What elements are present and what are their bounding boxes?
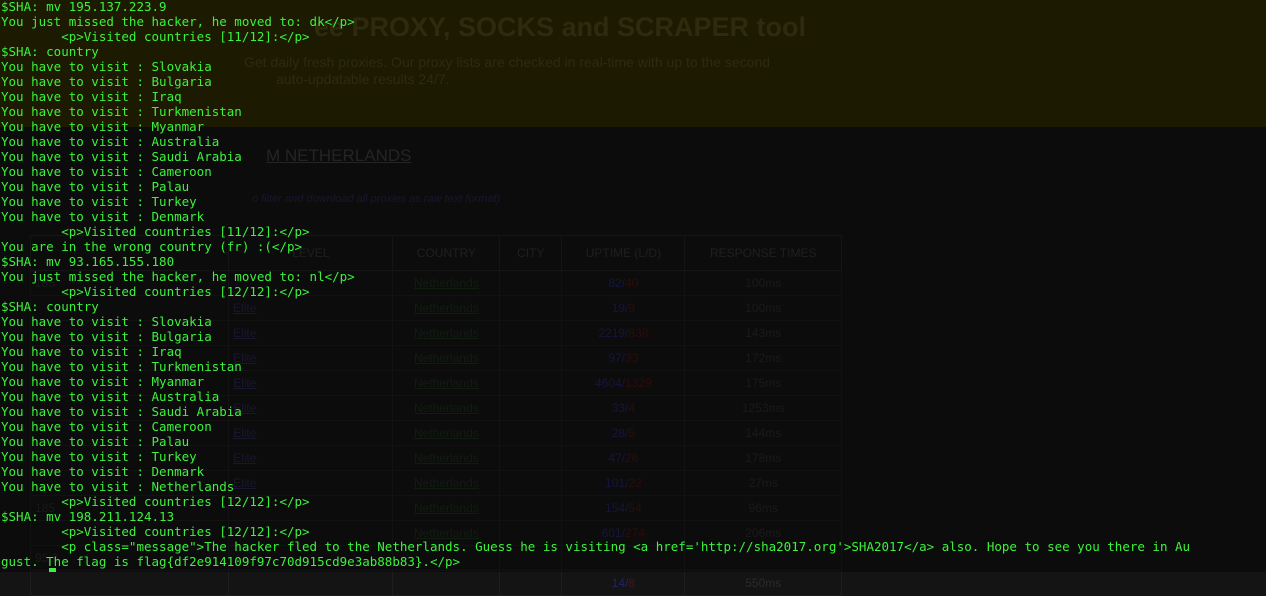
terminal-line: $SHA: country xyxy=(1,299,99,314)
terminal-line: You have to visit : Myanmar xyxy=(1,119,205,134)
terminal-line: $SHA: mv 195.137.223.9 xyxy=(1,0,167,14)
terminal-line: You have to visit : Bulgaria xyxy=(1,74,212,89)
terminal-line: You have to visit : Iraq xyxy=(1,89,182,104)
terminal-line: <p>Visited countries [12/12]:</p> xyxy=(1,524,310,539)
terminal-cursor xyxy=(49,568,56,572)
terminal-line: You have to visit : Iraq xyxy=(1,344,182,359)
proxy-table-row: 14/8 550ms xyxy=(29,570,842,596)
terminal-line: You have to visit : Slovakia xyxy=(1,59,212,74)
terminal-line: You have to visit : Myanmar xyxy=(1,374,205,389)
terminal-line: You have to visit : Netherlands xyxy=(1,479,235,494)
terminal-line: You have to visit : Cameroon xyxy=(1,419,212,434)
terminal-line: You just missed the hacker, he moved to:… xyxy=(1,14,355,29)
proxy-country-link[interactable] xyxy=(392,570,501,596)
terminal-line: $SHA: mv 93.165.155.180 xyxy=(1,254,175,269)
terminal-line: You just missed the hacker, he moved to:… xyxy=(1,269,355,284)
terminal-line: <p>Visited countries [11/12]:</p> xyxy=(1,224,310,239)
terminal-line: <p class="message">The hacker fled to th… xyxy=(1,539,1191,554)
terminal-line: <p>Visited countries [12/12]:</p> xyxy=(1,284,310,299)
terminal-line: You have to visit : Denmark xyxy=(1,464,205,479)
uptime-dead-value: 8 xyxy=(628,576,636,590)
terminal-line: $SHA: mv 198.211.124.13 xyxy=(1,509,175,524)
terminal-line: You have to visit : Saudi Arabia xyxy=(1,149,242,164)
proxy-level-link[interactable] xyxy=(228,570,394,596)
terminal-line: You have to visit : Turkmenistan xyxy=(1,359,242,374)
terminal-line: You have to visit : Turkey xyxy=(1,449,197,464)
terminal-line: You have to visit : Turkey xyxy=(1,194,197,209)
terminal-line: You have to visit : Palau xyxy=(1,179,190,194)
terminal-line: You have to visit : Denmark xyxy=(1,209,205,224)
terminal-window[interactable]: $SHA: mv 195.137.223.9 You just missed th… xyxy=(0,0,1266,572)
terminal-line: You have to visit : Palau xyxy=(1,434,190,449)
terminal-line: You have to visit : Saudi Arabia xyxy=(1,404,242,419)
terminal-line: You have to visit : Australia xyxy=(1,389,220,404)
proxy-response-time-cell: 550ms xyxy=(684,570,842,596)
terminal-line: You have to visit : Bulgaria xyxy=(1,329,212,344)
terminal-line: You have to visit : Cameroon xyxy=(1,164,212,179)
proxy-ip-cell xyxy=(29,570,230,596)
terminal-line: $SHA: country xyxy=(1,44,99,59)
terminal-line: You have to visit : Slovakia xyxy=(1,314,212,329)
terminal-line: gust. The flag is flag{df2e914109f97c70d… xyxy=(1,554,461,569)
proxy-uptime-cell: 14/8 xyxy=(561,570,686,596)
proxy-city-cell xyxy=(499,570,563,596)
terminal-line: You have to visit : Australia xyxy=(1,134,220,149)
uptime-live-value: 14 xyxy=(611,576,626,590)
terminal-line: <p>Visited countries [12/12]:</p> xyxy=(1,494,310,509)
terminal-line: You are in the wrong country (fr) :(</p> xyxy=(1,239,303,254)
terminal-line: <p>Visited countries [11/12]:</p> xyxy=(1,29,310,44)
terminal-line: You have to visit : Turkmenistan xyxy=(1,104,242,119)
terminal-output: $SHA: mv 195.137.223.9 You just missed th… xyxy=(1,0,1265,569)
